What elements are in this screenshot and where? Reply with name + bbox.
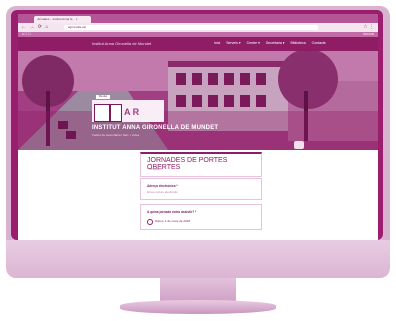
monitor-stand-neck <box>160 278 236 302</box>
school-building-photo <box>18 51 378 150</box>
email-question-card: Adreça electrònica * El teu correu elect… <box>140 178 262 200</box>
monitor-stand-base <box>120 300 276 314</box>
menu-item-serveis[interactable]: Serveis ▾ <box>226 41 240 45</box>
menu-item-contacte[interactable]: Contacte <box>312 41 326 45</box>
site-header: Institut Anna Gironella de Mundet Inici … <box>18 37 378 51</box>
browser-tab-bar: Jornades – Institut Anna G... × <box>18 14 378 30</box>
session-radio[interactable] <box>147 219 153 225</box>
hero-subtitle: Institut de secundària i batx. i cicles <box>92 133 140 137</box>
session-label: A quina jornada voleu assistir? * <box>147 210 197 214</box>
logo-emblem <box>94 104 110 122</box>
chat-badge-icon[interactable] <box>294 141 304 149</box>
screen: Jornades – Institut Anna G... × ← → ⟳ ⌂ … <box>18 14 378 240</box>
site-name[interactable]: Institut Anna Gironella de Mundet <box>92 41 151 46</box>
logo-emblem-secondary <box>110 104 122 122</box>
form-header-card: JORNADES DE PORTES OBERTES * Obligatori <box>140 152 262 177</box>
main-menu: Inici Serveis ▾ Centre ▾ Secretaria ▾ Bi… <box>214 41 331 45</box>
menu-item-secretaria[interactable]: Secretaria ▾ <box>266 41 285 45</box>
logo-tag: Mundet <box>96 95 110 99</box>
form-area: JORNADES DE PORTES OBERTES * Obligatori … <box>18 150 378 240</box>
session-question-card: A quina jornada voleu assistir? * Dijous… <box>140 204 262 230</box>
nav-buttons[interactable]: ← → ⟳ ⌂ <box>21 24 49 30</box>
form-required-note: * Obligatori <box>147 167 162 171</box>
menu-item-biblioteca[interactable]: Biblioteca <box>291 41 306 45</box>
browser-toolbar: ← → ⟳ ⌂ agironella.cat ☆ ⋮ <box>18 23 378 32</box>
menu-item-inici[interactable]: Inici <box>214 41 220 45</box>
hero-title: INSTITUT ANNA GIRONELLA DE MUNDET <box>92 125 219 131</box>
hero-banner: Mundet A R INSTITUT ANNA GIRONELLA DE MU… <box>18 51 378 150</box>
school-logo[interactable]: Mundet A R <box>92 95 164 122</box>
session-option-label[interactable]: Dijous, 1 de març de 2018 <box>155 219 190 224</box>
email-label: Adreça electrònica * <box>147 184 178 188</box>
monitor-chin <box>6 240 390 278</box>
browser-tab[interactable]: Jornades – Institut Anna G... × <box>34 16 91 23</box>
address-bar[interactable]: agironella.cat <box>64 25 318 30</box>
menu-item-centre[interactable]: Centre ▾ <box>247 41 260 45</box>
form-title: JORNADES DE PORTES OBERTES <box>147 157 228 171</box>
logo-letters: A R <box>124 107 140 117</box>
email-field[interactable]: El teu correu electrònic <box>147 190 227 195</box>
toolbar-icons[interactable]: ☆ ⋮ <box>363 24 374 30</box>
